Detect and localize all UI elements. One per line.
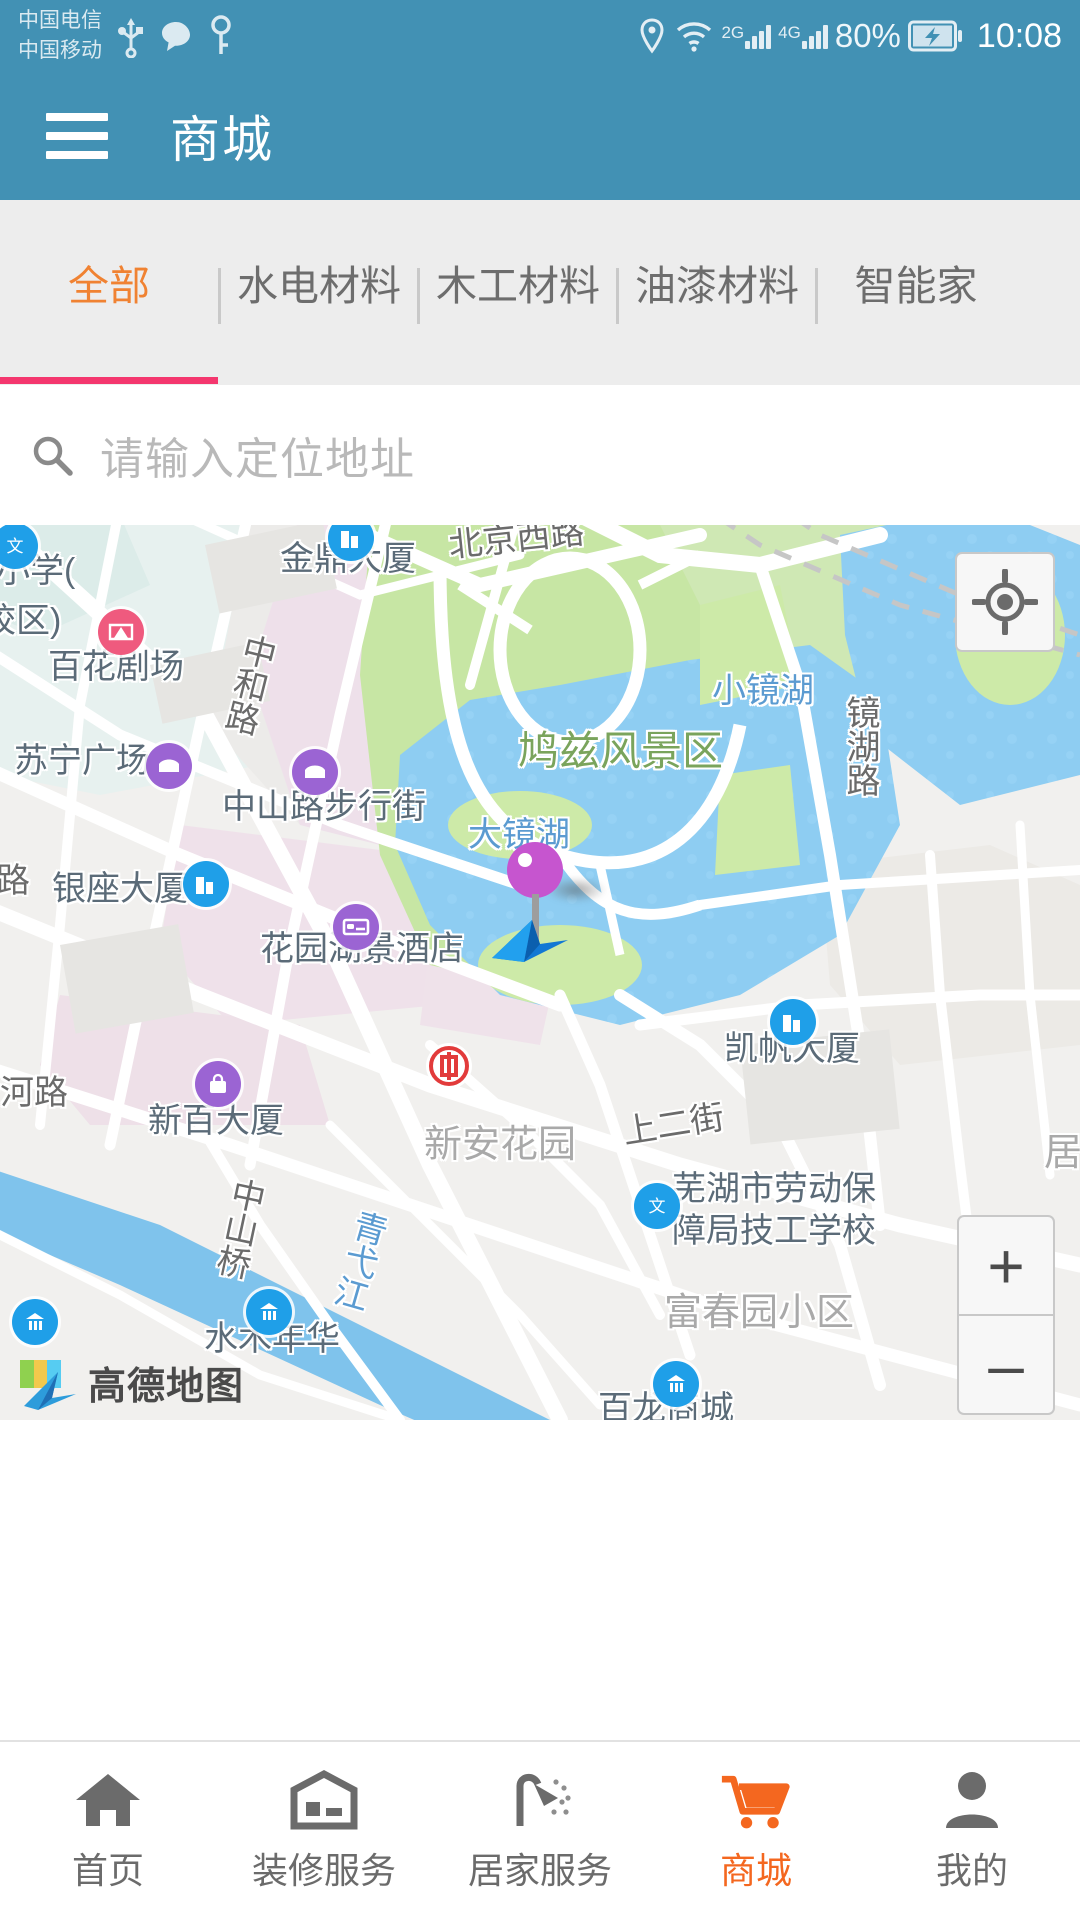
battery-charging-icon: [907, 20, 962, 52]
location-icon: [640, 18, 664, 54]
zoom-out-button[interactable]: –: [959, 1316, 1053, 1413]
status-right-icons: 2G 4G 80% 10:08: [637, 17, 1062, 56]
building-icon[interactable]: [183, 861, 229, 907]
active-tab-underline: [0, 377, 218, 384]
usb-icon: [118, 18, 143, 58]
cursor-arrow-icon: [492, 920, 568, 962]
museum-icon[interactable]: [12, 1299, 58, 1345]
home-icon: [72, 1768, 144, 1832]
zoom-in-button[interactable]: +: [959, 1217, 1053, 1314]
tab-paint[interactable]: 油漆材料: [619, 200, 815, 385]
status-bar: 中国电信 中国移动 2G 4G 80% 10:08: [0, 0, 1080, 72]
pin-head: [507, 842, 563, 898]
theater-icon[interactable]: [98, 609, 144, 655]
school-icon[interactable]: 文: [634, 1183, 680, 1229]
amap-logo-text: 高德地图: [88, 1366, 245, 1408]
tab-all[interactable]: 全部: [0, 200, 218, 385]
svg-text:文: 文: [7, 537, 24, 557]
building-icon[interactable]: [770, 999, 816, 1045]
zoom-controls[interactable]: + –: [957, 1215, 1055, 1415]
signal-4g-label: 4G: [778, 23, 801, 42]
tab-smart-home[interactable]: 智能家: [818, 200, 1014, 385]
tab-label: 水电材料: [237, 262, 401, 309]
signal-4g: 4G: [778, 23, 828, 49]
amap-logo: 高德地图: [18, 1355, 244, 1410]
tab-label: 木工材料: [436, 262, 600, 309]
museum-icon[interactable]: [653, 1361, 699, 1407]
amap-logo-icon: [20, 1360, 76, 1410]
warehouse-icon: [288, 1768, 360, 1832]
locate-me-button[interactable]: [955, 552, 1055, 652]
nav-label: 首页: [71, 1850, 144, 1891]
page-title: 商城: [170, 112, 274, 168]
category-tab-bar[interactable]: 全部 水电材料 木工材料 油漆材料 智能家: [0, 200, 1080, 385]
locate-crosshair-icon: [972, 569, 1038, 635]
search-bar[interactable]: 请输入定位地址: [0, 385, 1080, 525]
signal-2g: 2G: [721, 23, 772, 49]
bank-icon[interactable]: [426, 1043, 472, 1089]
nav-label: 居家服务: [467, 1850, 612, 1891]
map-view[interactable]: 鸠江饭店 北京西路 小镜湖 鸠兹风景区 大镜湖 镜湖路 一号线 小学( 校区) …: [0, 525, 1080, 1420]
bag-icon[interactable]: [195, 1061, 241, 1107]
tab-plumbing-electrical[interactable]: 水电材料: [221, 200, 417, 385]
cart-icon: [720, 1768, 792, 1832]
clock: 10:08: [976, 16, 1062, 55]
app-bar: 商城: [0, 72, 1080, 200]
search-icon: [33, 436, 73, 476]
museum-icon[interactable]: [246, 1289, 292, 1335]
battery-percent: 80%: [834, 17, 901, 54]
tab-carpentry[interactable]: 木工材料: [420, 200, 616, 385]
hamburger-icon[interactable]: [46, 113, 108, 159]
bottom-navigation[interactable]: 首页 装修服务 居家服务 商城 我的: [0, 1740, 1080, 1920]
nav-item-home-service[interactable]: 居家服务: [432, 1742, 648, 1920]
carrier-names: 中国电信 中国移动: [18, 6, 102, 66]
message-icon: [162, 22, 190, 51]
nav-label: 我的: [935, 1850, 1008, 1891]
nav-item-profile[interactable]: 我的: [864, 1742, 1080, 1920]
carrier-1: 中国电信: [18, 9, 102, 32]
tab-label: 油漆材料: [635, 262, 799, 309]
tab-label: 全部: [68, 262, 150, 309]
svg-text:文: 文: [649, 1197, 666, 1217]
map-canvas: [0, 525, 1080, 1420]
signal-2g-bars: [745, 23, 772, 49]
signal-2g-label: 2G: [721, 23, 745, 42]
carrier-2: 中国移动: [18, 39, 102, 62]
status-left-icons: [118, 14, 234, 58]
nav-item-home[interactable]: 首页: [0, 1742, 216, 1920]
nav-item-mall[interactable]: 商城: [648, 1742, 864, 1920]
nav-label: 装修服务: [251, 1850, 396, 1891]
key-icon: [211, 15, 231, 54]
tab-label: 智能家: [854, 262, 978, 309]
shop-icon[interactable]: [146, 743, 192, 789]
signal-4g-bars: [801, 23, 828, 49]
wifi-icon: [677, 22, 712, 52]
shop-icon[interactable]: [292, 749, 338, 795]
nav-label: 商城: [719, 1850, 792, 1891]
person-icon: [936, 1768, 1008, 1832]
hotel-icon[interactable]: [333, 904, 379, 950]
nav-item-renovation-service[interactable]: 装修服务: [216, 1742, 432, 1920]
search-input[interactable]: 请输入定位地址: [100, 423, 415, 487]
shower-icon: [504, 1768, 576, 1832]
